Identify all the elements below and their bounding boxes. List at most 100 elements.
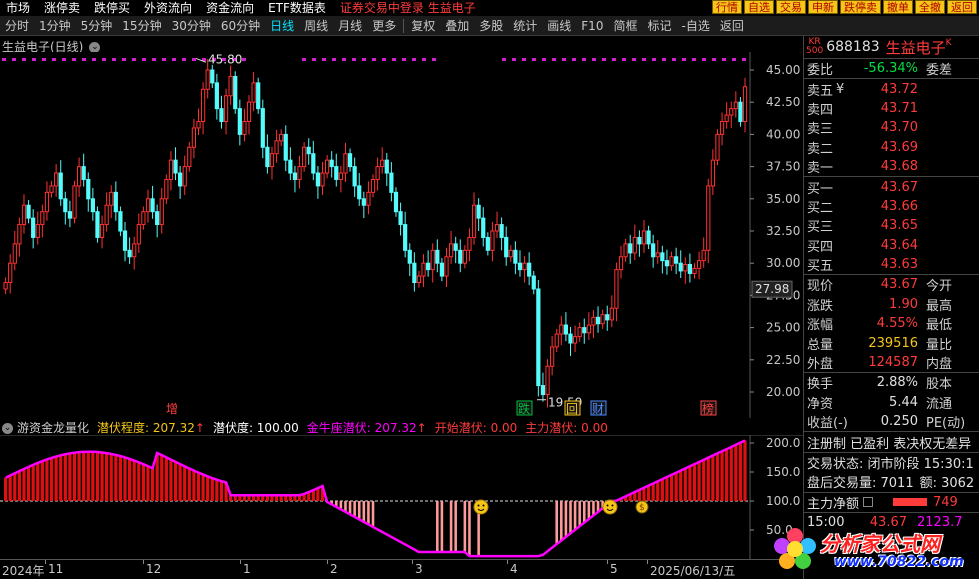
candle-body — [729, 108, 734, 116]
event-marker[interactable]: 回 — [566, 402, 578, 416]
candle-body — [141, 211, 146, 226]
candle-body — [352, 166, 357, 187]
event-marker[interactable]: 榜 — [702, 401, 714, 416]
period-tab[interactable]: 30分钟 — [167, 16, 216, 36]
dropdown-icon[interactable]: ⌄ — [2, 423, 13, 434]
candle-body — [136, 224, 141, 245]
x-axis: 2024年 11 12 1 2 3 4 5 2025/06/13/五 — [0, 559, 803, 579]
toolbar-tool[interactable]: 简框 — [608, 16, 642, 36]
quick-button[interactable]: 跌停卖 — [840, 0, 881, 14]
candle-body — [233, 75, 238, 110]
period-tab[interactable]: 周线 — [299, 16, 333, 36]
buy-row: 买四 43.64 — [804, 236, 979, 255]
candle-body — [669, 256, 674, 267]
signal-dot — [152, 58, 156, 61]
signal-dot — [692, 58, 696, 61]
toolbar-tool[interactable]: 标记 — [642, 16, 676, 36]
candle-body — [398, 211, 403, 226]
candle-body — [416, 275, 422, 284]
candle-body — [550, 346, 555, 367]
period-tab[interactable]: 日线 — [265, 16, 299, 36]
candle-body — [375, 166, 380, 180]
candle-body — [76, 166, 82, 187]
quick-button[interactable]: 全撤 — [915, 0, 945, 14]
sell-price: 43.70 — [880, 120, 918, 136]
candle-body — [674, 256, 679, 264]
period-tab[interactable]: 15分钟 — [117, 16, 166, 36]
stat-label: 涨跌 — [807, 298, 834, 314]
quick-button[interactable]: 申新 — [808, 0, 838, 14]
event-marker[interactable]: 跌 — [518, 401, 530, 416]
candle-body — [490, 230, 495, 251]
candle-body — [12, 243, 17, 264]
candle-body — [164, 178, 169, 200]
candle-body — [435, 249, 440, 264]
candle-body — [178, 172, 183, 187]
candle-body — [26, 204, 31, 219]
x-axis-tick — [412, 560, 413, 564]
menu-limit-down-buy[interactable]: 跌停买 — [94, 0, 130, 16]
signal-dot — [562, 58, 566, 61]
indicator-title: ⌄ 游资金龙量化 潜伏程度: 207.32↑ 潜伏度: 100.00 金牛座潜伏: 20… — [2, 419, 616, 436]
expand-icon[interactable] — [863, 497, 874, 508]
toolbar-tool[interactable]: 画线 — [542, 16, 576, 36]
toolbar-tool[interactable]: F10 — [576, 16, 608, 36]
period-tab[interactable]: 1分钟 — [34, 16, 76, 36]
quick-button[interactable]: 交易 — [776, 0, 806, 14]
period-tab[interactable]: 分时 — [0, 16, 34, 36]
candle-body — [430, 249, 435, 271]
toolbar-tool[interactable]: 复权 — [406, 16, 440, 36]
candle-body — [646, 230, 651, 245]
signal-dot — [2, 58, 6, 61]
menu-market[interactable]: 市场 — [6, 0, 30, 16]
candle-body — [334, 166, 339, 180]
period-tab[interactable]: 60分钟 — [216, 16, 265, 36]
candle-body — [347, 153, 353, 168]
stat-row: 净资 5.44 流通 — [804, 393, 979, 412]
period-tab[interactable]: 月线 — [333, 16, 367, 36]
candlestick-chart[interactable]: 45.0042.5040.0037.5035.0032.5030.0027.50… — [0, 52, 803, 418]
quick-button[interactable]: 行情 — [712, 0, 742, 14]
candle-body — [660, 252, 665, 262]
candle-body — [297, 166, 302, 180]
candle-body — [513, 249, 518, 264]
quick-button[interactable]: 撤单 — [883, 0, 913, 14]
menu-capital-flow[interactable]: 资金流向 — [206, 0, 254, 16]
candle-body — [407, 249, 412, 264]
period-tab[interactable]: 更多 — [367, 16, 401, 36]
candle-body — [738, 101, 743, 123]
indicator-field-label: 开始潜伏: — [434, 421, 491, 435]
toolbar-tool[interactable]: -自选 — [676, 16, 714, 36]
candle-body — [274, 140, 279, 155]
toolbar-tool[interactable]: 叠加 — [440, 16, 474, 36]
y-axis-label: 22.50 — [766, 353, 800, 367]
candle-body — [187, 146, 192, 168]
stat-label-2: 股本 — [926, 377, 953, 393]
candle-body — [499, 224, 504, 238]
signal-dot — [622, 58, 626, 61]
menu-foreign-flow[interactable]: 外资流向 — [144, 0, 192, 16]
toolbar-tool[interactable]: 统计 — [508, 16, 542, 36]
stat-value: 5.44 — [889, 394, 918, 410]
signal-dot — [12, 58, 16, 61]
indicator-chart[interactable]: 200.0150.0100.050.0$ — [0, 435, 803, 559]
stat-row: 涨跌 1.90 最高 — [804, 295, 979, 314]
candle-body — [696, 260, 702, 269]
menu-etf-table[interactable]: ETF数据表 — [268, 0, 326, 16]
candle-body — [527, 262, 532, 277]
stat-value: 43.67 — [880, 277, 918, 293]
indicator-field-value: 207.32 — [374, 421, 417, 435]
event-marker[interactable]: 财 — [592, 402, 604, 416]
toolbar-tool[interactable]: 多股 — [474, 16, 508, 36]
sell-label: 卖四 — [807, 102, 834, 118]
signal-dot — [742, 58, 746, 61]
sell-label: 卖五 — [807, 83, 834, 99]
candle-body — [58, 172, 63, 200]
event-marker[interactable]: 增 — [166, 402, 178, 416]
menu-limit-up-sell[interactable]: 涨停卖 — [44, 0, 80, 16]
quick-button[interactable]: 自选 — [744, 0, 774, 14]
signal-dot — [572, 58, 576, 61]
quick-button[interactable]: 返回 — [947, 0, 977, 14]
toolbar-tool[interactable]: 返回 — [715, 16, 749, 36]
period-tab[interactable]: 5分钟 — [76, 16, 118, 36]
